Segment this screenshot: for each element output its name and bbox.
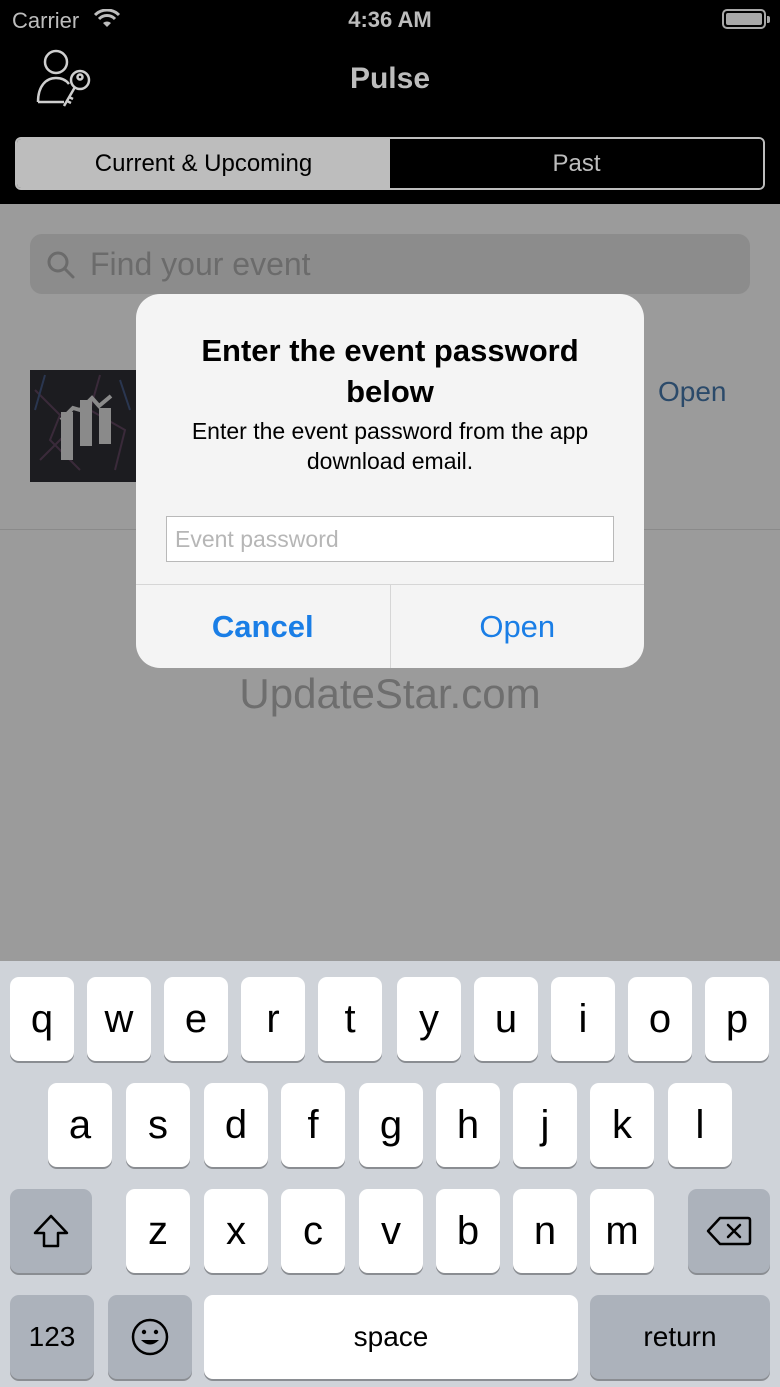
search-input[interactable]: Find your event <box>30 234 750 294</box>
page-title: Pulse <box>349 62 431 95</box>
return-key[interactable]: return <box>590 1295 770 1379</box>
key-b[interactable]: b <box>436 1189 500 1273</box>
key-p[interactable]: p <box>705 977 769 1061</box>
status-time: 4:36 AM <box>348 7 432 32</box>
key-f[interactable]: f <box>281 1083 345 1167</box>
key-k[interactable]: k <box>590 1083 654 1167</box>
emoji-key[interactable] <box>108 1295 192 1379</box>
tab-current-upcoming[interactable]: Current & Upcoming <box>17 139 390 188</box>
key-o[interactable]: o <box>628 977 692 1061</box>
event-logo-image <box>30 370 142 482</box>
watermark-text: UpdateStar.com <box>239 670 541 717</box>
key-q[interactable]: q <box>10 977 74 1061</box>
battery-icon <box>722 9 770 29</box>
key-x[interactable]: x <box>204 1189 268 1273</box>
key-v[interactable]: v <box>359 1189 423 1273</box>
shift-icon <box>33 1214 69 1248</box>
key-n[interactable]: n <box>513 1189 577 1273</box>
search-icon <box>46 250 76 285</box>
key-d[interactable]: d <box>204 1083 268 1167</box>
dialog-button-row: Cancel Open <box>136 584 644 668</box>
key-i[interactable]: i <box>551 977 615 1061</box>
space-key[interactable]: space <box>204 1295 578 1379</box>
key-s[interactable]: s <box>126 1083 190 1167</box>
key-r[interactable]: r <box>241 977 305 1061</box>
backspace-key[interactable] <box>688 1189 770 1273</box>
shift-key[interactable] <box>10 1189 92 1273</box>
key-z[interactable]: z <box>126 1189 190 1273</box>
emoji-icon <box>131 1318 169 1356</box>
dialog-title: Enter the event password below <box>201 333 579 409</box>
event-open-button[interactable]: Open <box>658 376 727 408</box>
keyboard: q w e r t y u i o p a s d f g h j k l z … <box>0 961 780 1387</box>
key-m[interactable]: m <box>590 1189 654 1273</box>
open-button[interactable]: Open <box>391 585 645 668</box>
search-placeholder: Find your event <box>90 246 311 282</box>
status-bar: Carrier 4:36 AM <box>0 0 780 40</box>
dialog-message: Enter the event password from the app do… <box>191 418 589 474</box>
key-w[interactable]: w <box>87 977 151 1061</box>
backspace-icon <box>706 1216 752 1246</box>
password-alert-dialog: Enter the event password below Enter the… <box>136 294 644 668</box>
key-y[interactable]: y <box>397 977 461 1061</box>
tabs-segmented-control: Current & Upcoming Past <box>15 137 765 190</box>
key-e[interactable]: e <box>164 977 228 1061</box>
nav-header: Carrier 4:36 AM Pulse Current & Upcoming… <box>0 0 780 204</box>
numbers-key[interactable]: 123 <box>10 1295 94 1379</box>
event-password-field[interactable] <box>166 516 614 562</box>
key-t[interactable]: t <box>318 977 382 1061</box>
key-j[interactable]: j <box>513 1083 577 1167</box>
cancel-button[interactable]: Cancel <box>136 585 391 668</box>
key-l[interactable]: l <box>668 1083 732 1167</box>
key-a[interactable]: a <box>48 1083 112 1167</box>
key-u[interactable]: u <box>474 977 538 1061</box>
key-g[interactable]: g <box>359 1083 423 1167</box>
key-h[interactable]: h <box>436 1083 500 1167</box>
tab-past[interactable]: Past <box>390 139 763 188</box>
key-c[interactable]: c <box>281 1189 345 1273</box>
